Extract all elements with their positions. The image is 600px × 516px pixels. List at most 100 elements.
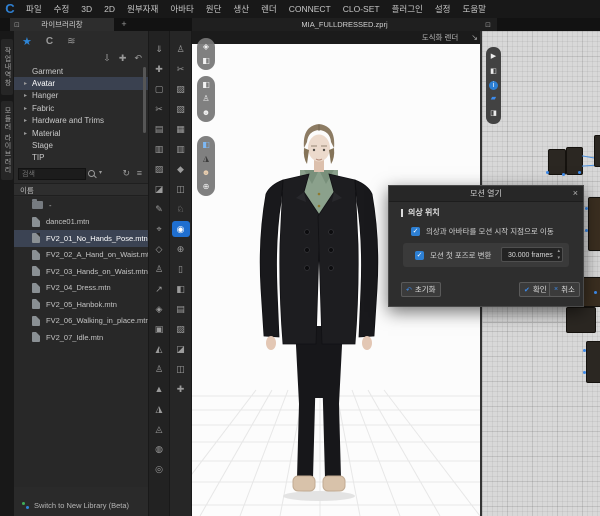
menu-item[interactable]: 생산: [233, 0, 249, 18]
menu-item[interactable]: 도움말: [463, 0, 486, 18]
restore-icon[interactable]: ↘: [471, 31, 478, 44]
selection-dot[interactable]: [585, 207, 588, 210]
viewport-tool-icon[interactable]: ◧: [199, 55, 213, 67]
viewport-tool-icon[interactable]: ☻: [199, 107, 213, 119]
selection-dot[interactable]: [583, 349, 586, 352]
expand-arrow-icon[interactable]: ▸: [24, 80, 32, 87]
tool-icon[interactable]: ▤: [172, 301, 190, 317]
favorites-icon[interactable]: ★: [22, 35, 32, 48]
selection-dot[interactable]: [594, 291, 597, 294]
expand-arrow-icon[interactable]: ▸: [24, 117, 32, 124]
selection-dot[interactable]: [546, 171, 549, 174]
menu-item[interactable]: 아바타: [170, 0, 193, 18]
expand-arrow-icon[interactable]: ▸: [24, 130, 32, 137]
tool-icon[interactable]: ▨: [172, 321, 190, 337]
menu-item[interactable]: 파일: [26, 0, 42, 18]
menu-item[interactable]: 원부자재: [127, 0, 158, 18]
pattern-tool-icon[interactable]: i: [489, 81, 498, 90]
panel-title[interactable]: 도식화 렌더: [400, 31, 480, 44]
tool-icon[interactable]: ↗: [150, 281, 168, 297]
tool-icon[interactable]: ◬: [150, 421, 168, 437]
tool-icon[interactable]: ▦: [172, 121, 190, 137]
close-icon[interactable]: ×: [573, 186, 578, 201]
pattern-piece[interactable]: [594, 135, 600, 167]
tool-icon[interactable]: ◪: [150, 181, 168, 197]
spinner-up-icon[interactable]: ▴: [557, 248, 560, 255]
search-input[interactable]: [18, 168, 86, 180]
tool-icon[interactable]: ⇓: [150, 41, 168, 57]
undo-icon[interactable]: ↶: [134, 53, 142, 64]
file-row[interactable]: FV2_01_No_Hands_Pose.mtn: [14, 230, 148, 247]
pattern-piece[interactable]: [548, 149, 566, 175]
cancel-button[interactable]: × 취소: [549, 282, 580, 297]
tool-icon[interactable]: ▲: [150, 381, 168, 397]
tool-icon[interactable]: ▥: [172, 141, 190, 157]
tool-icon[interactable]: ▧: [172, 101, 190, 117]
tool-icon[interactable]: ✚: [150, 61, 168, 77]
file-row[interactable]: FV2_03_Hands_on_Waist.mtn: [14, 263, 148, 280]
tool-icon[interactable]: ▨: [172, 81, 190, 97]
add-icon[interactable]: ✚: [119, 53, 127, 64]
expand-arrow-icon[interactable]: ▸: [24, 105, 32, 112]
tool-icon[interactable]: ◫: [172, 181, 190, 197]
expand-arrow-icon[interactable]: ▸: [24, 92, 32, 99]
tree-item[interactable]: ▸ Fabric: [14, 102, 148, 114]
file-row[interactable]: FV2_02_A_Hand_on_Waist.mtn: [14, 247, 148, 264]
file-row[interactable]: -: [14, 197, 148, 214]
tool-icon[interactable]: ♙: [172, 41, 190, 57]
spinner-down-icon[interactable]: ▾: [557, 255, 560, 262]
tool-icon[interactable]: ◇: [150, 241, 168, 257]
tree-item[interactable]: ▸ Hardware and Trims: [14, 115, 148, 127]
checkbox-checked[interactable]: ✓: [415, 251, 424, 260]
tool-icon[interactable]: ◫: [172, 361, 190, 377]
dock-icon[interactable]: ⊡: [14, 21, 20, 29]
tool-icon[interactable]: ◪: [172, 341, 190, 357]
pattern-tool-icon[interactable]: ◧: [487, 66, 500, 78]
tool-icon[interactable]: ✂: [172, 61, 190, 77]
frames-spinner[interactable]: 30.000 frames ▴ ▾: [501, 247, 563, 262]
tool-icon[interactable]: ▯: [172, 261, 190, 277]
tool-icon[interactable]: ◆: [172, 161, 190, 177]
download-icon[interactable]: ⇩: [103, 53, 111, 64]
menu-item[interactable]: 2D: [104, 0, 115, 18]
pattern-piece[interactable]: [566, 307, 596, 333]
viewport-tool-icon[interactable]: ◧: [199, 79, 213, 91]
trims-library-icon[interactable]: ≋: [67, 36, 75, 47]
viewport-tool-icon[interactable]: ◈: [199, 41, 213, 53]
tool-icon[interactable]: ♙: [150, 361, 168, 377]
selection-dot[interactable]: [585, 229, 588, 232]
tool-icon[interactable]: ◧: [172, 281, 190, 297]
pattern-tool-icon[interactable]: ▶: [487, 51, 500, 63]
file-row[interactable]: FV2_06_Walking_in_place.mtn: [14, 313, 148, 330]
column-header-name[interactable]: 이름: [14, 183, 148, 196]
tool-icon[interactable]: ✂: [150, 101, 168, 117]
menu-item[interactable]: 3D: [81, 0, 92, 18]
search-caret-icon[interactable]: ▾: [99, 169, 102, 176]
viewport-tool-icon[interactable]: ⊕: [199, 181, 213, 193]
tool-icon[interactable]: ◎: [150, 461, 168, 477]
tool-icon[interactable]: ⌖: [150, 221, 168, 237]
menu-item[interactable]: 수정: [54, 0, 70, 18]
viewport-tool-icon[interactable]: ◮: [199, 153, 213, 165]
list-view-icon[interactable]: ≡: [137, 168, 142, 178]
pattern-tool-icon[interactable]: ▰: [487, 93, 500, 105]
pattern-piece[interactable]: [588, 197, 600, 251]
tool-icon[interactable]: ◉: [172, 221, 190, 237]
tool-icon[interactable]: ✚: [172, 381, 190, 397]
tree-item[interactable]: Stage: [14, 139, 148, 151]
tree-item[interactable]: ▸ Hanger: [14, 90, 148, 102]
tool-icon[interactable]: ◍: [150, 441, 168, 457]
tool-icon[interactable]: ✎: [150, 201, 168, 217]
tree-scrollbar[interactable]: [143, 67, 146, 133]
refresh-icon[interactable]: ↻: [122, 168, 130, 179]
tree-item[interactable]: TIP: [14, 152, 148, 164]
tree-item[interactable]: ▸ Avatar: [14, 77, 148, 89]
menu-item[interactable]: 설정: [435, 0, 451, 18]
file-row[interactable]: FV2_04_Dress.mtn: [14, 280, 148, 297]
viewport-tool-icon[interactable]: ♙: [199, 93, 213, 105]
clo-library-icon[interactable]: C: [46, 36, 53, 47]
file-row[interactable]: dance01.mtn: [14, 214, 148, 231]
menu-item[interactable]: 플러그인: [392, 0, 423, 18]
dock-icon[interactable]: ⊡: [485, 21, 491, 29]
tool-icon[interactable]: ◭: [150, 341, 168, 357]
